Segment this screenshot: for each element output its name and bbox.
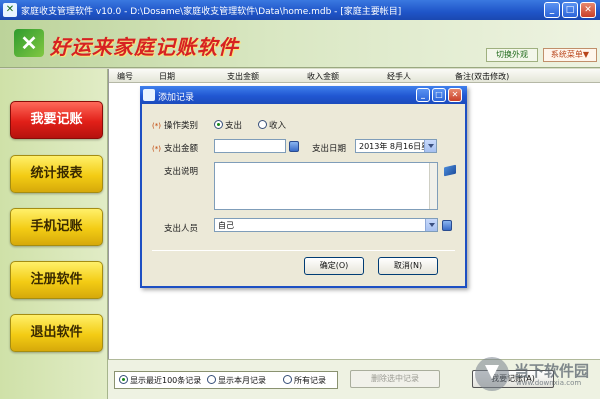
table-header: 编号 日期 支出金额 收入金额 经手人 备注(双击修改)	[109, 69, 600, 83]
date-value: 2013年 8月16日星	[359, 142, 430, 151]
dialog-minimize-button[interactable]: _	[416, 88, 430, 102]
dialog-app-icon	[143, 89, 155, 101]
minimize-button[interactable]: _	[544, 2, 560, 18]
delete-selected-button[interactable]: 删除选中记录	[350, 370, 440, 388]
window-title: 家庭收支管理软件 v10.0 - D:\Dosame\家庭收支管理软件\Data…	[21, 7, 402, 17]
maximize-button[interactable]: □	[562, 2, 578, 18]
display-filter-group: 显示最近100条记录 显示本月记录 所有记录	[114, 371, 338, 389]
radio-checked-icon	[119, 375, 128, 384]
calculator-icon[interactable]	[289, 141, 299, 152]
radio-income[interactable]: 收入	[258, 119, 286, 131]
person-label: 支出人员	[164, 224, 199, 234]
sidebar-item-record[interactable]: 我要记账	[10, 101, 103, 139]
sidebar-item-reports[interactable]: 统计报表	[10, 155, 103, 193]
close-button[interactable]: ✕	[580, 2, 596, 18]
sidebar-item-exit[interactable]: 退出软件	[10, 314, 103, 352]
textarea-scrollbar[interactable]	[429, 163, 437, 209]
person-value: 自己	[218, 221, 234, 230]
column-header-handler[interactable]: 经手人	[387, 71, 411, 82]
column-header-date[interactable]: 日期	[159, 71, 175, 82]
column-header-expense[interactable]: 支出金额	[227, 71, 259, 82]
op-type-label: (*) 操作类别	[152, 119, 198, 131]
radio-unchecked-icon	[258, 120, 267, 129]
sidebar: 我要记账 统计报表 手机记账 注册软件 退出软件	[0, 69, 108, 399]
logo-icon: ✕	[14, 29, 44, 57]
column-header-note[interactable]: 备注(双击修改)	[455, 71, 509, 82]
radio-all-records[interactable]: 所有记录	[283, 375, 326, 386]
radio-unchecked-icon	[207, 375, 216, 384]
chevron-down-icon[interactable]	[424, 140, 436, 152]
required-marker-icon: (*)	[152, 145, 161, 153]
switch-skin-button[interactable]: 切换外观	[486, 48, 538, 62]
dialog-maximize-button[interactable]: □	[432, 88, 446, 102]
radio-recent-100[interactable]: 显示最近100条记录	[119, 375, 201, 386]
sidebar-item-mobile[interactable]: 手机记账	[10, 208, 103, 246]
description-textarea[interactable]	[214, 162, 438, 210]
ok-button[interactable]: 确定(O)	[304, 257, 364, 275]
amount-label: (*) 支出金额	[152, 142, 198, 154]
column-header-id[interactable]: 编号	[117, 71, 133, 82]
radio-label: 收入	[269, 121, 287, 131]
person-select[interactable]: 自己	[214, 218, 438, 232]
brand-title: 好运来家庭记账软件	[50, 35, 239, 59]
book-icon[interactable]	[444, 164, 456, 177]
amount-label-text: 支出金额	[163, 144, 198, 154]
cancel-button[interactable]: 取消(N)	[378, 257, 438, 275]
radio-checked-icon	[214, 120, 223, 129]
main-titlebar: ✕ 家庭收支管理软件 v10.0 - D:\Dosame\家庭收支管理软件\Da…	[0, 0, 600, 20]
radio-label: 显示最近100条记录	[130, 376, 202, 385]
add-record-dialog: 添加记录 _ □ ✕ (*) 操作类别 支出 收入 (*) 支出金额 支出日期 20…	[140, 86, 467, 288]
column-header-income[interactable]: 收入金额	[307, 71, 339, 82]
op-type-label-text: 操作类别	[163, 121, 198, 131]
radio-unchecked-icon	[283, 375, 292, 384]
radio-this-month[interactable]: 显示本月记录	[207, 375, 266, 386]
chevron-down-icon[interactable]	[425, 219, 437, 231]
watermark: 当下软件园 www.downxia.com	[470, 353, 600, 395]
date-label: 支出日期	[312, 144, 347, 154]
download-icon	[475, 357, 509, 391]
watermark-text: 当下软件园	[514, 362, 590, 380]
divider	[152, 250, 455, 251]
radio-expense[interactable]: 支出	[214, 119, 242, 131]
dialog-close-button[interactable]: ✕	[448, 88, 462, 102]
dialog-title: 添加记录	[158, 93, 195, 103]
description-label: 支出说明	[164, 167, 199, 177]
date-picker[interactable]: 2013年 8月16日星	[355, 139, 437, 153]
watermark-url: www.downxia.com	[516, 379, 582, 387]
dialog-titlebar: 添加记录 _ □ ✕	[140, 86, 467, 104]
required-marker-icon: (*)	[152, 122, 161, 130]
amount-input[interactable]	[214, 139, 286, 153]
app-icon: ✕	[3, 3, 17, 17]
edit-person-icon[interactable]	[442, 220, 452, 231]
radio-label: 支出	[225, 121, 243, 131]
radio-label: 所有记录	[294, 376, 326, 385]
sidebar-item-register[interactable]: 注册软件	[10, 261, 103, 299]
system-menu-button[interactable]: 系统菜单▼	[543, 48, 597, 62]
radio-label: 显示本月记录	[218, 376, 266, 385]
banner: ✕ 好运来家庭记账软件 切换外观 系统菜单▼	[0, 20, 600, 68]
